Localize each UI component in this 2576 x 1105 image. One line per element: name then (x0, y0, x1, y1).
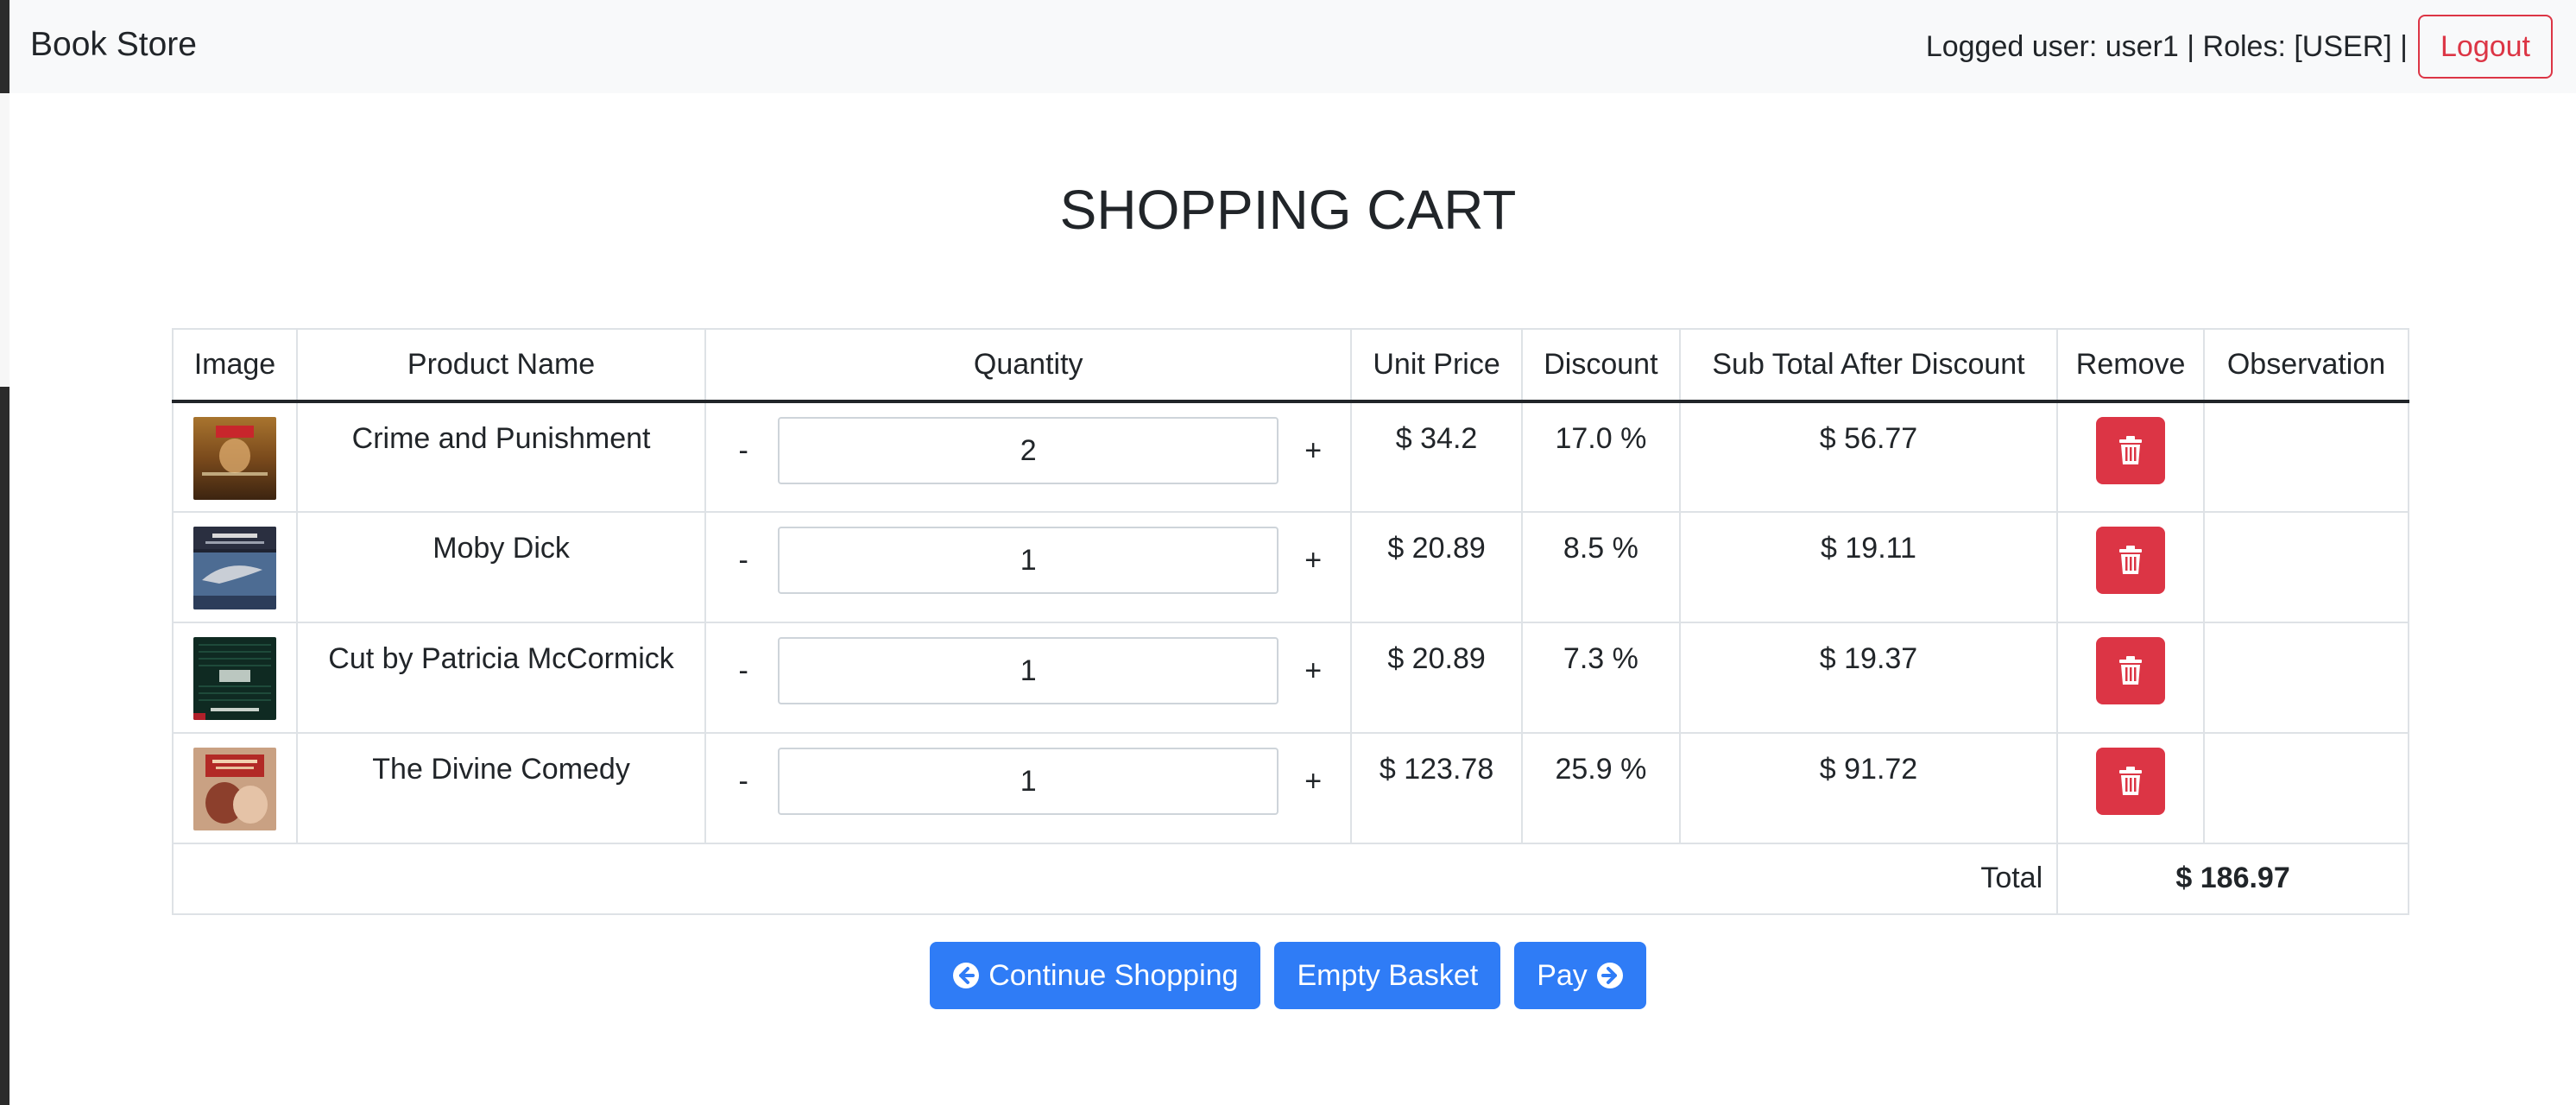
book-cover-image[interactable] (193, 748, 276, 830)
subtotal: $ 56.77 (1678, 401, 2059, 513)
page: Book Store Logged user: user1 | Roles: [… (0, 0, 2576, 1105)
product-name: Cut by Patricia McCormick (295, 622, 707, 734)
unit-price: $ 34.2 (1350, 401, 1523, 513)
logged-user-info: Logged user: user1 | Roles: [USER] | (1925, 29, 2408, 63)
quantity-input[interactable] (778, 748, 1279, 815)
table-header-row: Image Product Name Quantity Unit Price D… (172, 328, 2409, 403)
pay-label: Pay (1537, 958, 1588, 992)
image-cell (172, 622, 298, 734)
remove-item-button[interactable] (2096, 748, 2166, 815)
table-row: Crime and Punishment - + $ 34.2 17.0 % $… (172, 401, 2409, 513)
header-quantity: Quantity (704, 328, 1353, 403)
quantity-cell: - + (704, 511, 1353, 623)
header-unit-price: Unit Price (1350, 328, 1523, 403)
quantity-cell: - + (704, 401, 1353, 513)
observation (2203, 401, 2409, 513)
quantity-stepper: - + (707, 527, 1349, 594)
header-image: Image (172, 328, 298, 403)
subtotal: $ 19.37 (1678, 622, 2059, 734)
quantity-input[interactable] (778, 527, 1279, 594)
header-product-name: Product Name (295, 328, 707, 403)
trash-icon (2119, 656, 2143, 685)
remove-cell (2056, 511, 2206, 623)
image-cell (172, 401, 298, 513)
logout-button[interactable]: Logout (2418, 15, 2553, 79)
cart-actions: Continue Shopping Empty Basket Pay (0, 942, 2576, 1009)
table-row: The Divine Comedy - + $ 123.78 25.9 % $ … (172, 732, 2409, 844)
remove-item-button[interactable] (2096, 637, 2166, 704)
decrease-quantity-button[interactable]: - (717, 748, 769, 815)
decrease-quantity-button[interactable]: - (717, 417, 769, 484)
remove-cell (2056, 732, 2206, 844)
book-cover-image[interactable] (193, 527, 276, 609)
window-edge (0, 0, 9, 1105)
quantity-stepper: - + (707, 637, 1349, 704)
arrow-circle-right-icon (1596, 963, 1623, 988)
quantity-stepper: - + (707, 417, 1349, 484)
product-name: Crime and Punishment (295, 401, 707, 513)
trash-icon (2119, 546, 2143, 574)
navbar-user-area: Logged user: user1 | Roles: [USER] | Log… (1926, 15, 2553, 79)
discount: 17.0 % (1520, 401, 1681, 513)
image-cell (172, 511, 298, 623)
remove-cell (2056, 622, 2206, 734)
increase-quantity-button[interactable]: + (1287, 637, 1339, 704)
quantity-stepper: - + (707, 748, 1349, 815)
trash-icon (2119, 436, 2143, 464)
decrease-quantity-button[interactable]: - (717, 637, 769, 704)
quantity-input[interactable] (778, 637, 1279, 704)
remove-item-button[interactable] (2096, 527, 2166, 594)
header-observation: Observation (2203, 328, 2409, 403)
brand-link[interactable]: Book Store (30, 26, 197, 64)
subtotal: $ 19.11 (1678, 511, 2059, 623)
increase-quantity-button[interactable]: + (1287, 417, 1339, 484)
empty-basket-button[interactable]: Empty Basket (1274, 942, 1501, 1009)
unit-price: $ 20.89 (1350, 511, 1523, 623)
product-name: The Divine Comedy (295, 732, 707, 844)
subtotal: $ 91.72 (1678, 732, 2059, 844)
increase-quantity-button[interactable]: + (1287, 527, 1339, 594)
header-subtotal: Sub Total After Discount (1678, 328, 2059, 403)
decrease-quantity-button[interactable]: - (717, 527, 769, 594)
total-value: $ 186.97 (2056, 843, 2409, 915)
remove-cell (2056, 401, 2206, 513)
navbar: Book Store Logged user: user1 | Roles: [… (9, 0, 2576, 93)
arrow-circle-left-icon (953, 963, 980, 988)
header-remove: Remove (2056, 328, 2206, 403)
observation (2203, 511, 2409, 623)
observation (2203, 622, 2409, 734)
header-discount: Discount (1520, 328, 1681, 403)
book-cover-image[interactable] (193, 417, 276, 500)
product-name: Moby Dick (295, 511, 707, 623)
increase-quantity-button[interactable]: + (1287, 748, 1339, 815)
quantity-input[interactable] (778, 417, 1279, 484)
table-row: Cut by Patricia McCormick - + $ 20.89 7.… (172, 622, 2409, 734)
continue-shopping-button[interactable]: Continue Shopping (930, 942, 1261, 1009)
quantity-cell: - + (704, 732, 1353, 844)
continue-shopping-label: Continue Shopping (988, 958, 1239, 992)
book-cover-image[interactable] (193, 637, 276, 720)
discount: 25.9 % (1520, 732, 1681, 844)
image-cell (172, 732, 298, 844)
remove-item-button[interactable] (2096, 417, 2166, 484)
quantity-cell: - + (704, 622, 1353, 734)
unit-price: $ 20.89 (1350, 622, 1523, 734)
page-title: SHOPPING CART (1059, 179, 1517, 241)
table-row: Moby Dick - + $ 20.89 8.5 % $ 19.11 (172, 511, 2409, 623)
discount: 7.3 % (1520, 622, 1681, 734)
pay-button[interactable]: Pay (1514, 942, 1646, 1009)
empty-basket-label: Empty Basket (1297, 958, 1479, 992)
discount: 8.5 % (1520, 511, 1681, 623)
total-row: Total $ 186.97 (171, 843, 2409, 915)
cart-table: Image Product Name Quantity Unit Price D… (171, 328, 2409, 915)
observation (2203, 732, 2409, 844)
unit-price: $ 123.78 (1350, 732, 1523, 844)
trash-icon (2119, 767, 2143, 795)
total-label: Total (171, 843, 2059, 915)
